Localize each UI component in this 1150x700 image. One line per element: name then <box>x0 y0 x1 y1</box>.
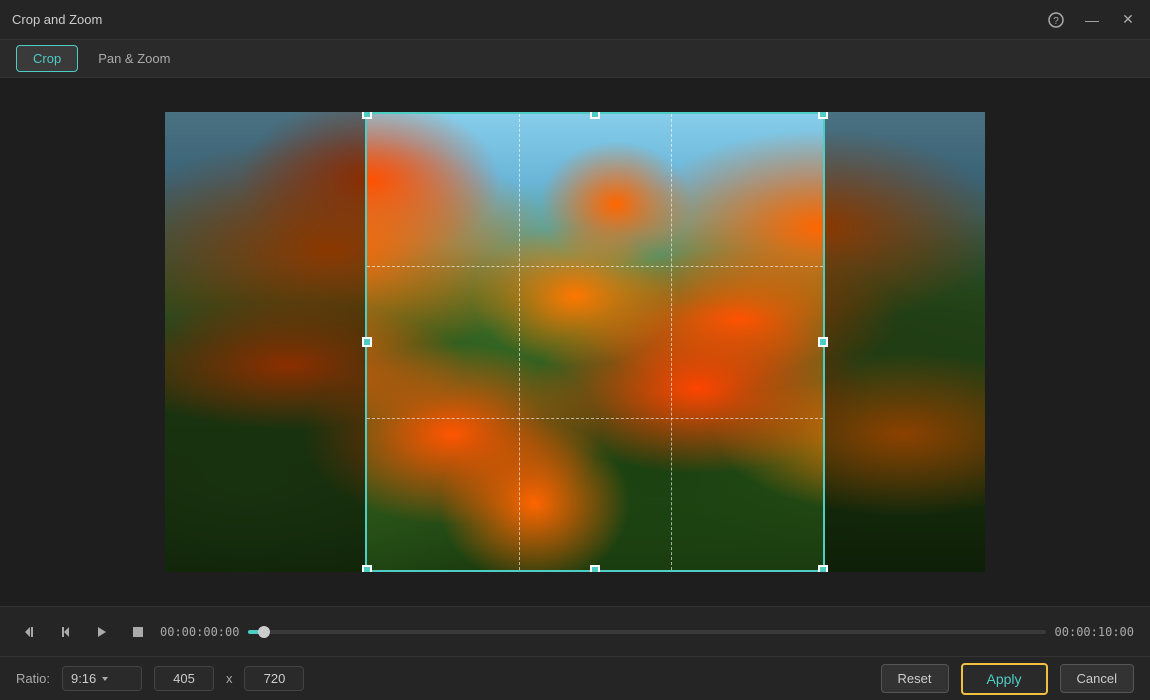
chevron-down-icon <box>100 674 110 684</box>
width-input[interactable] <box>154 666 214 691</box>
close-button[interactable]: ✕ <box>1118 10 1138 30</box>
grid-horizontal-2 <box>367 418 823 419</box>
ratio-value: 9:16 <box>71 671 96 686</box>
time-current: 00:00:00:00 <box>160 625 240 639</box>
crop-box[interactable] <box>365 112 825 572</box>
skip-back-button[interactable] <box>16 618 44 646</box>
grid-vertical-1 <box>519 114 520 570</box>
stop-button[interactable] <box>124 618 152 646</box>
video-background <box>165 112 985 572</box>
video-preview <box>165 112 985 572</box>
window-title: Crop and Zoom <box>12 12 102 27</box>
help-button[interactable]: ? <box>1046 10 1066 30</box>
grid-horizontal-1 <box>367 266 823 267</box>
cancel-button[interactable]: Cancel <box>1060 664 1134 693</box>
reset-button[interactable]: Reset <box>881 664 949 693</box>
crop-grid <box>367 114 823 570</box>
height-input[interactable] <box>244 666 304 691</box>
main-content <box>0 78 1150 606</box>
settings-bar: Ratio: 9:16 x Reset Apply Cancel <box>0 656 1150 700</box>
apply-button[interactable]: Apply <box>961 663 1048 695</box>
tab-pan-zoom[interactable]: Pan & Zoom <box>82 46 186 71</box>
step-back-button[interactable] <box>52 618 80 646</box>
crop-handle-bottom-center[interactable] <box>590 565 600 572</box>
crop-handle-bottom-left[interactable] <box>362 565 372 572</box>
minimize-icon: — <box>1085 12 1099 28</box>
title-bar: Crop and Zoom ? — ✕ <box>0 0 1150 40</box>
dimension-separator: x <box>226 671 233 686</box>
crop-handle-middle-left[interactable] <box>362 337 372 347</box>
play-button[interactable] <box>88 618 116 646</box>
crop-overlay-right <box>825 112 985 572</box>
svg-text:?: ? <box>1053 16 1059 27</box>
crop-handle-middle-right[interactable] <box>818 337 828 347</box>
close-icon: ✕ <box>1122 11 1134 28</box>
title-bar-left: Crop and Zoom <box>12 12 102 27</box>
tab-crop[interactable]: Crop <box>16 45 78 72</box>
progress-bar[interactable] <box>248 630 1046 634</box>
crop-handle-bottom-right[interactable] <box>818 565 828 572</box>
crop-handle-top-right[interactable] <box>818 112 828 119</box>
progress-indicator[interactable] <box>258 626 270 638</box>
controls-bar: 00:00:00:00 00:00:10:00 <box>0 606 1150 656</box>
crop-handle-top-left[interactable] <box>362 112 372 119</box>
minimize-button[interactable]: — <box>1082 10 1102 30</box>
crop-overlay-left <box>165 112 365 572</box>
time-total: 00:00:10:00 <box>1054 625 1134 639</box>
crop-handle-top-center[interactable] <box>590 112 600 119</box>
grid-vertical-2 <box>671 114 672 570</box>
title-bar-right: ? — ✕ <box>1046 10 1138 30</box>
ratio-select[interactable]: 9:16 <box>62 666 142 691</box>
tab-bar: Crop Pan & Zoom <box>0 40 1150 78</box>
ratio-label: Ratio: <box>16 671 50 686</box>
